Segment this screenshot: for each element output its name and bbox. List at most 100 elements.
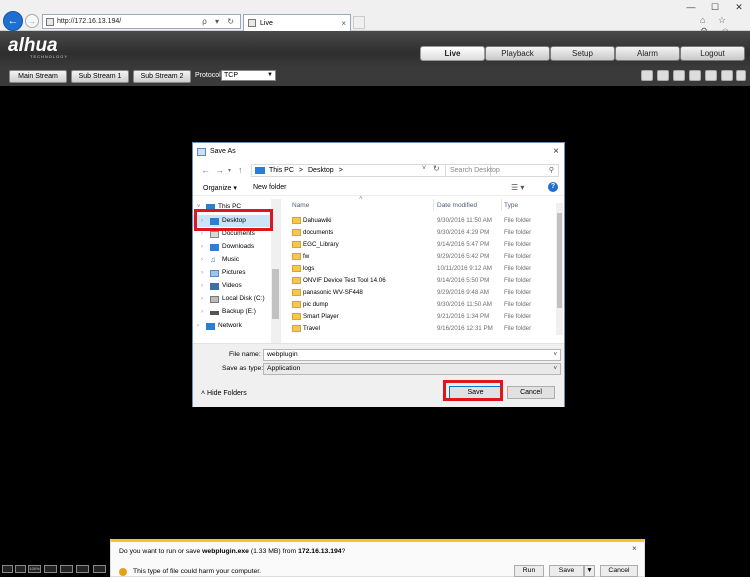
up-folder-icon[interactable]: ↑ — [238, 165, 243, 175]
browser-tab-live[interactable]: Live × — [243, 14, 351, 31]
forward-button[interactable]: → — [25, 14, 39, 28]
expand-chevron-icon[interactable]: › — [201, 215, 203, 227]
expand-chevron-icon[interactable]: › — [201, 267, 203, 279]
breadcrumb-this-pc[interactable]: This PC — [269, 167, 294, 174]
tree-item-videos[interactable]: › Videos — [193, 280, 279, 292]
new-folder-button[interactable]: New folder — [253, 184, 286, 191]
tab-close-icon[interactable]: × — [341, 19, 350, 28]
tree-item-local-disk[interactable]: › Local Disk (C:) — [193, 293, 279, 305]
file-name-input[interactable]: webplugin ˅ — [263, 349, 561, 361]
refresh-icon[interactable]: ↻ — [433, 164, 440, 173]
triple-snapshot-icon[interactable] — [689, 70, 701, 81]
sub-stream-2-button[interactable]: Sub Stream 2 — [133, 70, 191, 83]
main-stream-button[interactable]: Main Stream — [9, 70, 67, 83]
search-desktop-input[interactable]: Search Desktop ⚲ — [445, 164, 559, 177]
file-name: fw — [303, 253, 310, 260]
expand-chevron-icon[interactable]: › — [201, 228, 203, 240]
file-row[interactable]: Dahuawiki 9/30/2016 11:50 AM File folder — [283, 215, 548, 226]
file-row[interactable]: documents 9/30/2016 4:29 PM File folder — [283, 227, 548, 238]
back-button[interactable]: ← — [3, 11, 23, 31]
display-icon[interactable] — [15, 565, 26, 573]
layout-icon[interactable] — [2, 565, 13, 573]
tab-setup[interactable]: Setup — [550, 46, 615, 61]
column-type[interactable]: Type — [504, 202, 518, 209]
expand-chevron-icon[interactable]: › — [201, 306, 203, 318]
hide-folders-toggle[interactable]: ˄ Hide Folders — [201, 390, 247, 397]
folder-icon — [292, 301, 301, 308]
tree-item-desktop[interactable]: › Desktop — [193, 215, 279, 227]
expand-chevron-icon[interactable]: › — [197, 320, 199, 332]
expand-chevron-icon[interactable]: › — [201, 241, 203, 253]
scale-icon[interactable] — [60, 565, 73, 573]
expand-chevron-icon[interactable]: › — [201, 293, 203, 305]
column-date-modified[interactable]: Date modified — [437, 202, 477, 209]
save-as-type-select[interactable]: Application ˅ — [263, 363, 561, 375]
zoom-icon[interactable] — [657, 70, 669, 81]
breadcrumb-desktop[interactable]: Desktop — [308, 167, 334, 174]
cancel-button[interactable]: Cancel — [507, 386, 555, 399]
address-bar[interactable]: http://172.16.13.194/ ρ ▾ ↻ — [42, 14, 241, 29]
address-search-refresh-icons[interactable]: ρ ▾ ↻ — [202, 17, 240, 26]
scale-100-icon[interactable]: 100% — [28, 565, 41, 573]
run-button[interactable]: Run — [514, 565, 544, 577]
scale-icon[interactable] — [44, 565, 57, 573]
scrollbar-thumb[interactable] — [557, 213, 562, 308]
tab-playback[interactable]: Playback — [485, 46, 550, 61]
tree-item-downloads[interactable]: › Downloads — [193, 241, 279, 253]
file-row[interactable]: panasonic WV-SF448 9/29/2016 9:48 AM File … — [283, 287, 548, 298]
help-icon[interactable]: ? — [548, 182, 558, 192]
tab-live[interactable]: Live — [420, 46, 485, 61]
organize-button[interactable]: Organize ▾ — [203, 184, 237, 192]
save-options-chevron-icon[interactable]: ▼ — [584, 565, 595, 577]
audio-icon[interactable] — [736, 70, 746, 81]
download-close-icon[interactable]: × — [632, 544, 637, 553]
minimize-button[interactable]: — — [684, 2, 698, 12]
change-view-icon[interactable]: ☰ ▾ — [511, 183, 524, 192]
tab-logout[interactable]: Logout — [680, 46, 745, 61]
chevron-down-icon[interactable]: ˅ — [553, 350, 557, 360]
tree-item-pictures[interactable]: › Pictures — [193, 267, 279, 279]
tab-alarm[interactable]: Alarm — [615, 46, 680, 61]
navigation-scrollbar[interactable] — [271, 199, 280, 343]
recent-locations-icon[interactable]: ▾ — [228, 167, 231, 174]
save-button[interactable]: Save — [449, 386, 502, 399]
tree-item-network[interactable]: › Network — [193, 320, 279, 332]
sub-stream-1-button[interactable]: Sub Stream 1 — [71, 70, 129, 83]
download-save-button[interactable]: Save — [549, 565, 584, 577]
dialog-forward-icon[interactable]: → — [215, 165, 224, 175]
file-row[interactable]: EGC_Library 9/14/2016 5:47 PM File folder — [283, 239, 548, 250]
new-tab-button[interactable] — [353, 16, 365, 29]
expand-chevron-icon[interactable]: › — [201, 254, 203, 266]
file-row[interactable]: Smart Player 9/21/2016 1:34 PM File folder — [283, 311, 548, 322]
file-date: 9/30/2016 4:29 PM — [437, 229, 490, 236]
fullscreen-icon[interactable] — [76, 565, 89, 573]
tree-item-backup[interactable]: › Backup (E:) — [193, 306, 279, 318]
breadcrumb-dropdown-icon[interactable]: ˅ — [422, 165, 426, 172]
person-icon[interactable] — [641, 70, 653, 81]
settings-icon[interactable] — [93, 565, 106, 573]
video-camera-icon[interactable] — [721, 70, 733, 81]
column-name[interactable]: Name — [292, 202, 309, 209]
download-cancel-button[interactable]: Cancel — [600, 565, 638, 577]
tree-item-this-pc[interactable]: ˅ This PC — [193, 201, 279, 213]
protocol-select[interactable]: TCP ▼ — [221, 70, 276, 81]
collapse-chevron-icon[interactable]: ˅ — [197, 201, 201, 213]
snapshot-icon[interactable] — [673, 70, 685, 81]
expand-chevron-icon[interactable]: › — [201, 280, 203, 292]
scrollbar-thumb[interactable] — [272, 269, 279, 319]
file-row[interactable]: pic dump 9/30/2016 11:50 AM File folder — [283, 299, 548, 310]
file-row[interactable]: ONVIF Device Test Tool 14.06 9/14/2016 5:… — [283, 275, 548, 286]
shield-warning-icon — [119, 568, 127, 576]
tree-item-documents[interactable]: › Documents — [193, 228, 279, 240]
dialog-back-icon[interactable]: ← — [201, 165, 210, 175]
close-window-button[interactable]: ✕ — [732, 2, 746, 13]
record-icon[interactable] — [705, 70, 717, 81]
breadcrumb-separator: > — [338, 167, 343, 174]
file-row[interactable]: Travel 9/16/2016 12:31 PM File folder — [283, 323, 548, 334]
file-list-scrollbar[interactable] — [556, 203, 563, 335]
maximize-button[interactable]: ☐ — [708, 2, 722, 13]
file-row[interactable]: logs 10/11/2016 9:12 AM File folder — [283, 263, 548, 274]
file-row[interactable]: fw 9/29/2016 5:42 PM File folder — [283, 251, 548, 262]
tree-item-music[interactable]: › ♫ Music — [193, 254, 279, 266]
dialog-close-icon[interactable]: × — [553, 146, 559, 157]
